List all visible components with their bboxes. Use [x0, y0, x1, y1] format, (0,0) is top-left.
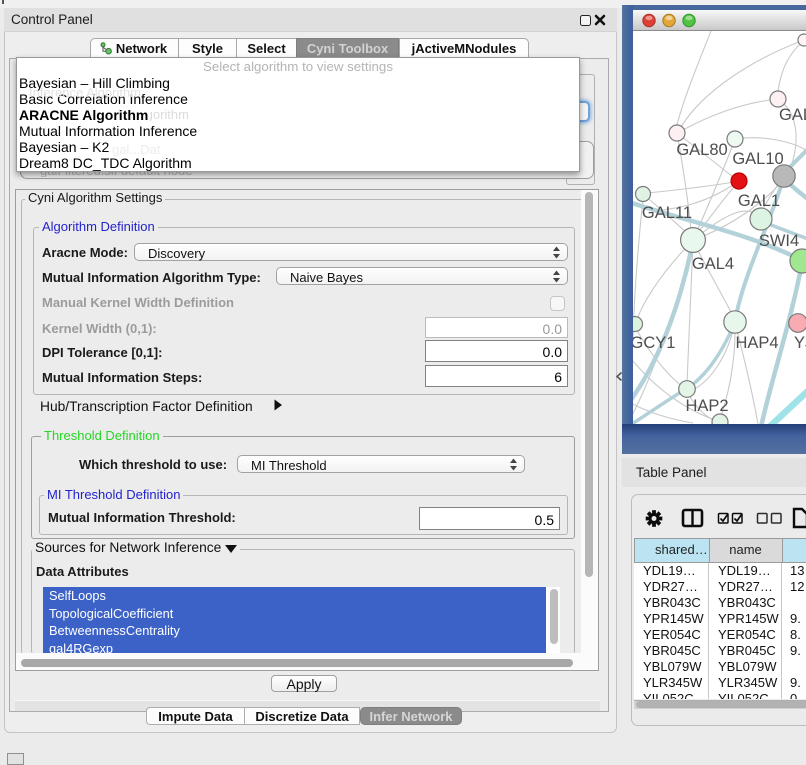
svg-text:GAL10: GAL10 — [732, 150, 783, 168]
svg-text:GCY1: GCY1 — [633, 334, 675, 352]
svg-text:HAP2: HAP2 — [685, 397, 728, 415]
svg-text:GAL1: GAL1 — [738, 192, 780, 210]
svg-text:SWI4: SWI4 — [759, 232, 799, 250]
svg-text:GAL4: GAL4 — [692, 255, 734, 273]
svg-text:HAP4: HAP4 — [735, 334, 778, 352]
svg-text:YJ: YJ — [794, 334, 806, 352]
svg-text:GAL7: GAL7 — [779, 106, 806, 124]
svg-text:GAL11: GAL11 — [642, 204, 692, 222]
svg-text:GAL80: GAL80 — [676, 141, 727, 159]
